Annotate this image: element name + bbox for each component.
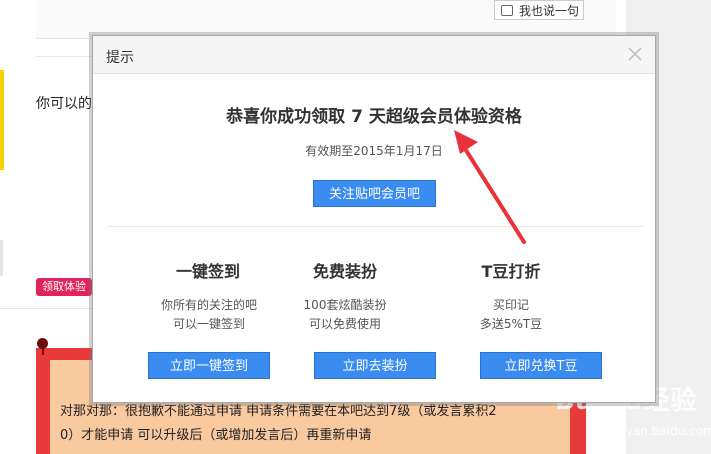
close-icon[interactable] [625, 44, 645, 64]
reply-button[interactable]: 我也说一句 [494, 0, 584, 20]
post-reply-line-2: 0）才能申请 可以升级后（或增加发言后）再重新申请 [60, 428, 372, 443]
go-dress-up-button[interactable]: 立即去装扮 [314, 352, 436, 379]
feature-desc-dress-up: 100套炫酷装扮 可以免费使用 [265, 296, 425, 334]
post-text: 你可以的 [36, 96, 92, 112]
feature-desc-tbean-discount: 买印记 多送5%T豆 [431, 296, 591, 334]
post-side-bar [0, 240, 3, 276]
feature-title-tbean-discount: T豆打折 [481, 262, 541, 281]
claim-trial-tag[interactable]: 领取体验 [36, 278, 92, 296]
post-reply-text: 对那对那：很抱歉不能通过申请 申请条件需要在本吧达到7级（或发言累积2 0）才能… [60, 400, 580, 448]
comment-icon [501, 5, 513, 16]
redeem-tbean-button[interactable]: 立即兑换T豆 [480, 352, 602, 379]
post-highlight-bar [0, 70, 4, 170]
feature-desc-line: 买印记 [492, 298, 529, 312]
dialog-title: 提示 [106, 50, 134, 66]
feature-title-dress-up: 免费装扮 [312, 262, 377, 281]
dialog-header: 提示 [93, 36, 655, 74]
feature-desc-line: 100套炫酷装扮 [303, 298, 387, 312]
congrats-headline: 恭喜你成功领取 7 天超级会员体验资格 [226, 107, 522, 127]
pin-needle [42, 345, 44, 355]
vip-trial-dialog: 提示 恭喜你成功领取 7 天超级会员体验资格 有效期至2015年1月17日 关注… [92, 35, 656, 403]
validity-date: 有效期至2015年1月17日 [305, 144, 443, 158]
reply-button-label: 我也说一句 [519, 4, 580, 18]
follow-vip-bar-button[interactable]: 关注贴吧会员吧 [313, 180, 436, 207]
baidu-watermark-url: jingyan.baidu.com [604, 424, 711, 438]
feature-desc-line: 多送5%T豆 [479, 317, 543, 331]
feature-title-sign-in: 一键签到 [175, 262, 240, 281]
feature-desc-line: 可以免费使用 [308, 317, 381, 331]
post-reply-line-1: 对那对那：很抱歉不能通过申请 申请条件需要在本吧达到7级（或发言累积2 [60, 404, 497, 419]
annotation-arrow-icon [454, 130, 526, 244]
dialog-divider [107, 226, 643, 227]
one-click-sign-in-button[interactable]: 立即一键签到 [148, 352, 270, 379]
